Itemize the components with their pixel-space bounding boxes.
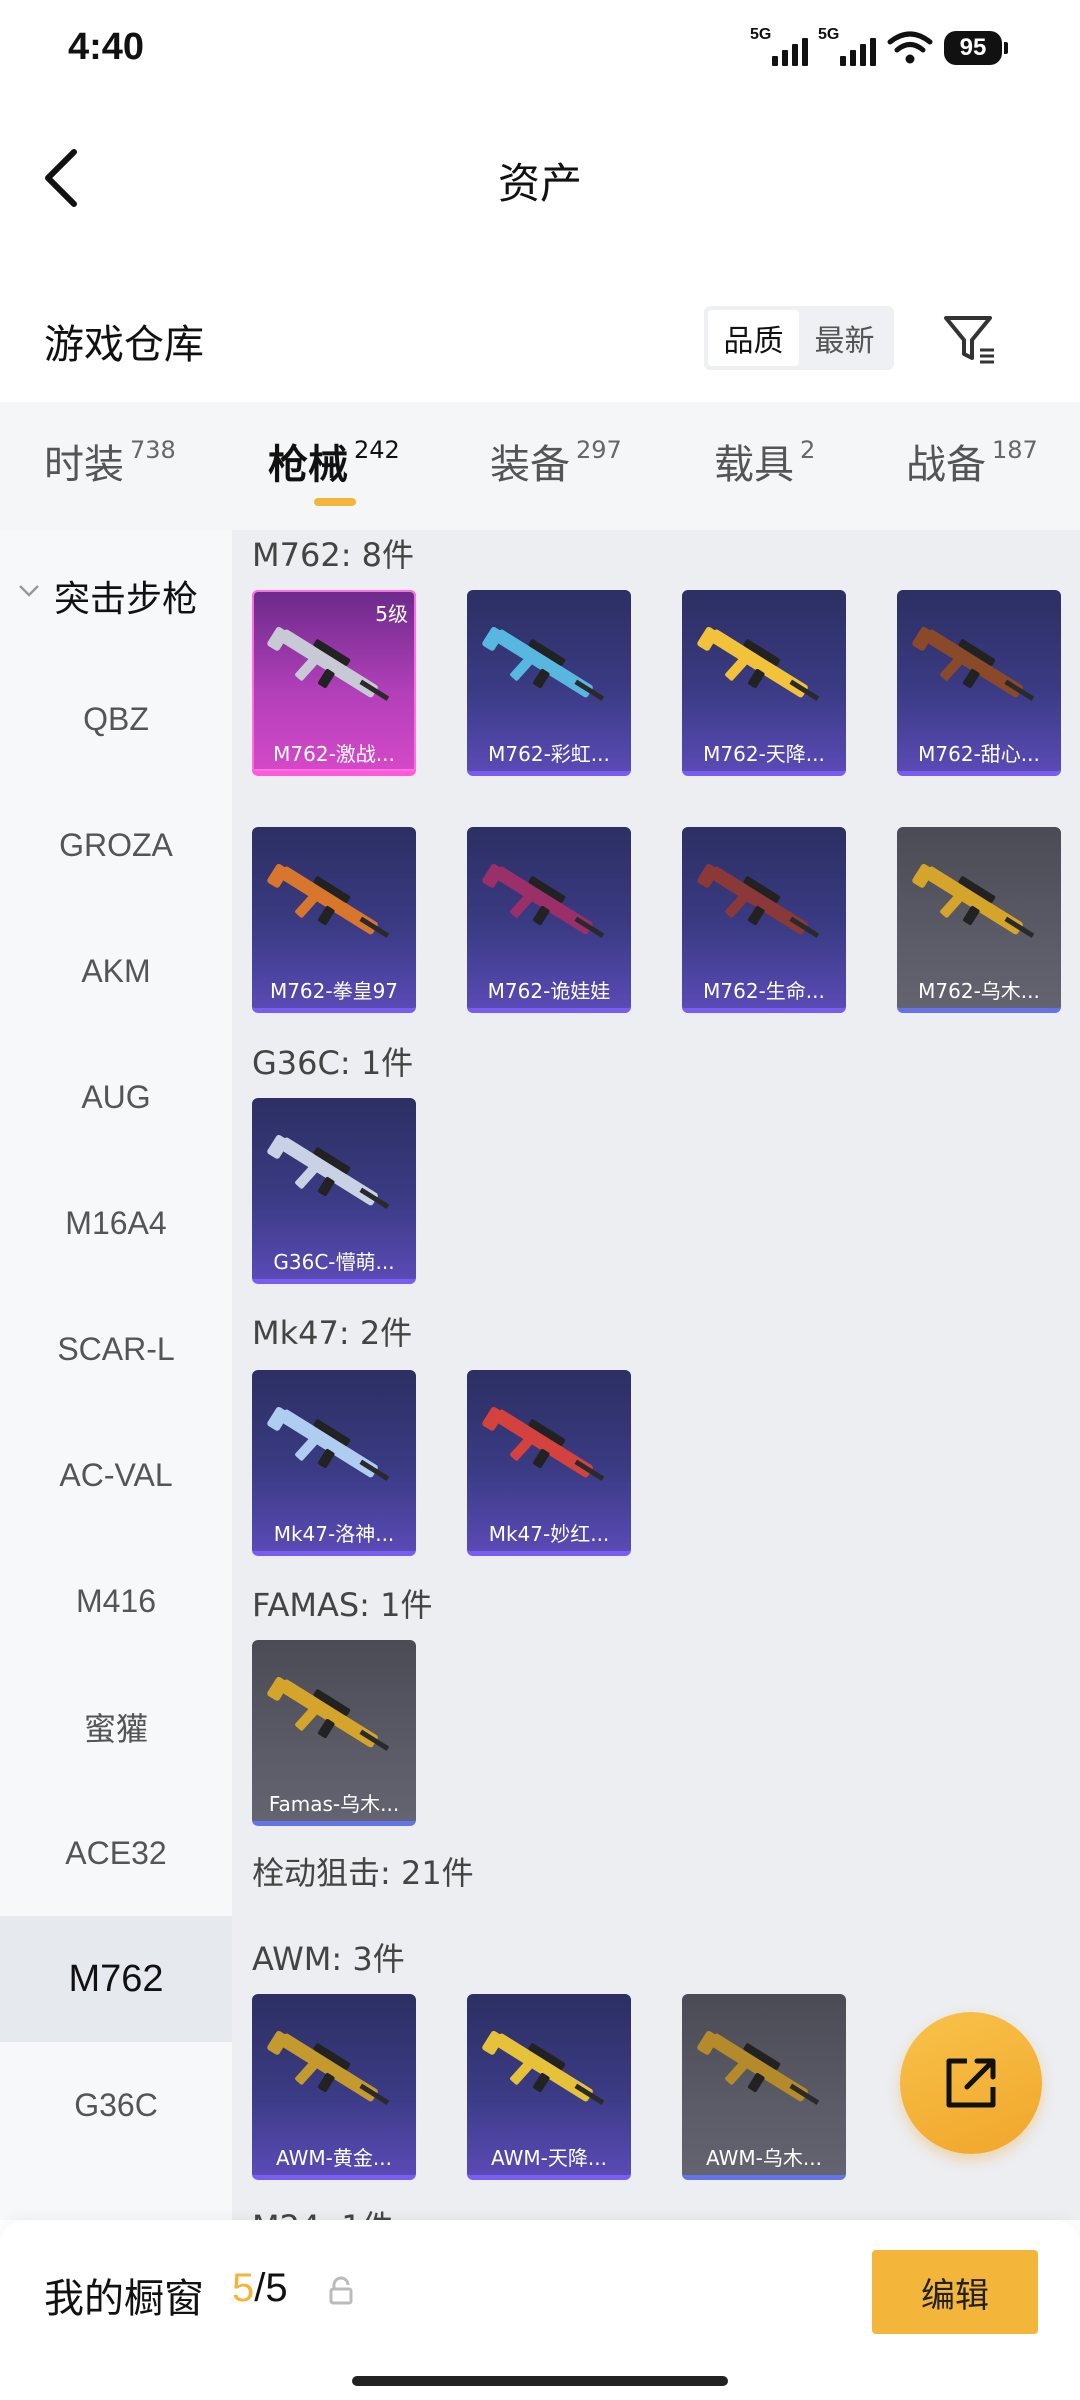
weapon-name: AWM-乌木... bbox=[706, 2146, 822, 2170]
section-label-awm: AWM: 3件 bbox=[252, 1940, 405, 1978]
weapon-name: M762-激战... bbox=[273, 742, 395, 766]
sidebar-item-scar-l[interactable]: SCAR-L bbox=[0, 1286, 232, 1412]
status-bar: 4:40 5G 5G 95 bbox=[0, 0, 1080, 100]
weapon-card[interactable]: 5级 M762-激战... bbox=[252, 590, 416, 776]
sidebar-item-m416[interactable]: M416 bbox=[0, 1538, 232, 1664]
weapon-card[interactable]: M762-拳皇97 bbox=[252, 827, 416, 1013]
weapon-name: AWM-黄金... bbox=[276, 2146, 392, 2170]
sidebar-item-g36c[interactable]: G36C bbox=[0, 2042, 232, 2168]
signal-icon: 5G bbox=[750, 26, 808, 68]
weapon-card[interactable]: M762-生命... bbox=[682, 827, 846, 1013]
weapon-card[interactable]: M762-诡娃娃 bbox=[467, 827, 631, 1013]
rifle-icon bbox=[267, 2030, 390, 2105]
signal-icon: 5G bbox=[818, 26, 876, 68]
rifle-icon bbox=[482, 1406, 605, 1481]
weapon-name: M762-彩虹... bbox=[488, 742, 610, 766]
section-label-m762: M762: 8件 bbox=[252, 536, 415, 574]
chevron-down-icon bbox=[19, 585, 39, 597]
weapon-name: M762-诡娃娃 bbox=[487, 979, 611, 1003]
tab-equipment[interactable]: 装备 297 bbox=[490, 432, 622, 490]
weapon-grid: M762: 8件 5级 M762-激战... M762-彩虹... M762-天… bbox=[232, 530, 1080, 2220]
weapon-card[interactable]: Mk47-洛神... bbox=[252, 1370, 416, 1556]
lock-icon bbox=[329, 2276, 353, 2305]
weapon-name: Famas-乌木... bbox=[268, 1792, 400, 1816]
weapon-name: M762-生命... bbox=[703, 979, 825, 1003]
section-label-famas: FAMAS: 1件 bbox=[252, 1586, 433, 1624]
section-label-mk47: Mk47: 2件 bbox=[252, 1314, 413, 1352]
weapon-card[interactable]: G36C-懵萌... bbox=[252, 1098, 416, 1284]
sidebar-item-m762[interactable]: M762 bbox=[0, 1916, 232, 2042]
warehouse-row: 游戏仓库 品质 最新 bbox=[0, 290, 1080, 390]
sidebar-item-honey-badger[interactable]: 蜜獾 bbox=[0, 1664, 232, 1790]
sort-quality-button[interactable]: 品质 bbox=[708, 310, 799, 366]
weapon-sidebar: 突击步枪 QBZ GROZA AKM AUG M16A4 SCAR-L AC-V… bbox=[0, 530, 232, 2220]
sidebar-item-ace32[interactable]: ACE32 bbox=[0, 1790, 232, 1916]
weapon-name: G36C-懵萌... bbox=[273, 1250, 395, 1274]
section-label-g36c: G36C: 1件 bbox=[252, 1044, 414, 1082]
status-time: 4:40 bbox=[68, 26, 145, 68]
weapon-card[interactable]: M762-乌木... bbox=[897, 827, 1061, 1013]
sidebar-item-akm[interactable]: AKM bbox=[0, 908, 232, 1034]
rifle-icon bbox=[267, 1676, 390, 1751]
home-indicator bbox=[352, 2376, 728, 2386]
weapon-card[interactable]: AWM-天降... bbox=[467, 1994, 631, 2180]
battery-icon: 95 bbox=[944, 31, 1008, 65]
section-label-partial: M24: 1件 bbox=[252, 2202, 394, 2220]
section-label-bolt-action: 栓动狙击: 21件 bbox=[252, 1854, 474, 1892]
rifle-icon bbox=[912, 626, 1035, 701]
showcase-bar: 我的橱窗 5/5 编辑 bbox=[0, 2220, 1080, 2400]
edit-button[interactable]: 编辑 bbox=[872, 2250, 1038, 2334]
rifle-icon bbox=[267, 863, 390, 938]
weapon-card[interactable]: AWM-乌木... bbox=[682, 1994, 846, 2180]
rifle-icon bbox=[697, 2030, 820, 2105]
sidebar-item-ac-val[interactable]: AC-VAL bbox=[0, 1412, 232, 1538]
rifle-icon bbox=[697, 863, 820, 938]
weapon-card[interactable]: M762-甜心... bbox=[897, 590, 1061, 776]
sidebar-item-m16a4[interactable]: M16A4 bbox=[0, 1160, 232, 1286]
warehouse-title: 游戏仓库 bbox=[44, 322, 204, 368]
filter-button[interactable] bbox=[940, 310, 1000, 370]
tab-guns[interactable]: 枪械 242 bbox=[268, 432, 400, 506]
weapon-name: M762-拳皇97 bbox=[269, 979, 399, 1003]
weapon-card[interactable]: M762-彩虹... bbox=[467, 590, 631, 776]
sidebar-item-aug[interactable]: AUG bbox=[0, 1034, 232, 1160]
weapon-card[interactable]: Mk47-妙红... bbox=[467, 1370, 631, 1556]
weapon-name: Mk47-洛神... bbox=[273, 1522, 395, 1546]
external-link-icon bbox=[946, 2058, 996, 2108]
weapon-card[interactable]: Famas-乌木... bbox=[252, 1640, 416, 1826]
sort-latest-button[interactable]: 最新 bbox=[799, 310, 890, 366]
sidebar-group-assault-rifles[interactable]: 突击步枪 bbox=[0, 530, 232, 656]
tab-vehicles[interactable]: 载具 2 bbox=[714, 432, 815, 490]
rifle-icon bbox=[697, 626, 820, 701]
sidebar-item-groza[interactable]: GROZA bbox=[0, 782, 232, 908]
header: 资产 bbox=[0, 110, 1080, 240]
share-button[interactable] bbox=[900, 2012, 1042, 2154]
showcase-count: 5/5 bbox=[232, 2266, 288, 2310]
filter-icon bbox=[944, 316, 994, 364]
rifle-icon bbox=[482, 863, 605, 938]
weapon-card[interactable]: M762-天降... bbox=[682, 590, 846, 776]
sidebar-item-qbz[interactable]: QBZ bbox=[0, 656, 232, 782]
active-tab-indicator bbox=[314, 498, 356, 506]
weapon-name: AWM-天降... bbox=[491, 2146, 607, 2170]
tab-supplies[interactable]: 战备 187 bbox=[906, 432, 1038, 490]
status-icons: 5G 5G 95 bbox=[750, 26, 1008, 68]
showcase-title: 我的橱窗 bbox=[44, 2276, 204, 2322]
wifi-icon bbox=[887, 31, 933, 64]
rifle-icon bbox=[482, 626, 605, 701]
tab-fashion[interactable]: 时装 738 bbox=[44, 432, 176, 490]
level-badge: 5级 bbox=[375, 602, 408, 626]
category-tabs: 时装 738 枪械 242 装备 297 载具 2 战备 187 bbox=[0, 402, 1080, 530]
weapon-name: M762-甜心... bbox=[918, 742, 1040, 766]
rifle-icon bbox=[267, 1134, 390, 1209]
weapon-name: M762-天降... bbox=[703, 742, 825, 766]
rifle-icon bbox=[912, 863, 1035, 938]
rifle-icon bbox=[267, 1406, 390, 1481]
weapon-name: M762-乌木... bbox=[918, 979, 1040, 1003]
sort-toggle: 品质 最新 bbox=[704, 306, 894, 370]
weapon-card[interactable]: AWM-黄金... bbox=[252, 1994, 416, 2180]
page-title: 资产 bbox=[497, 159, 582, 208]
weapon-name: Mk47-妙红... bbox=[488, 1522, 610, 1546]
rifle-icon bbox=[482, 2030, 605, 2105]
